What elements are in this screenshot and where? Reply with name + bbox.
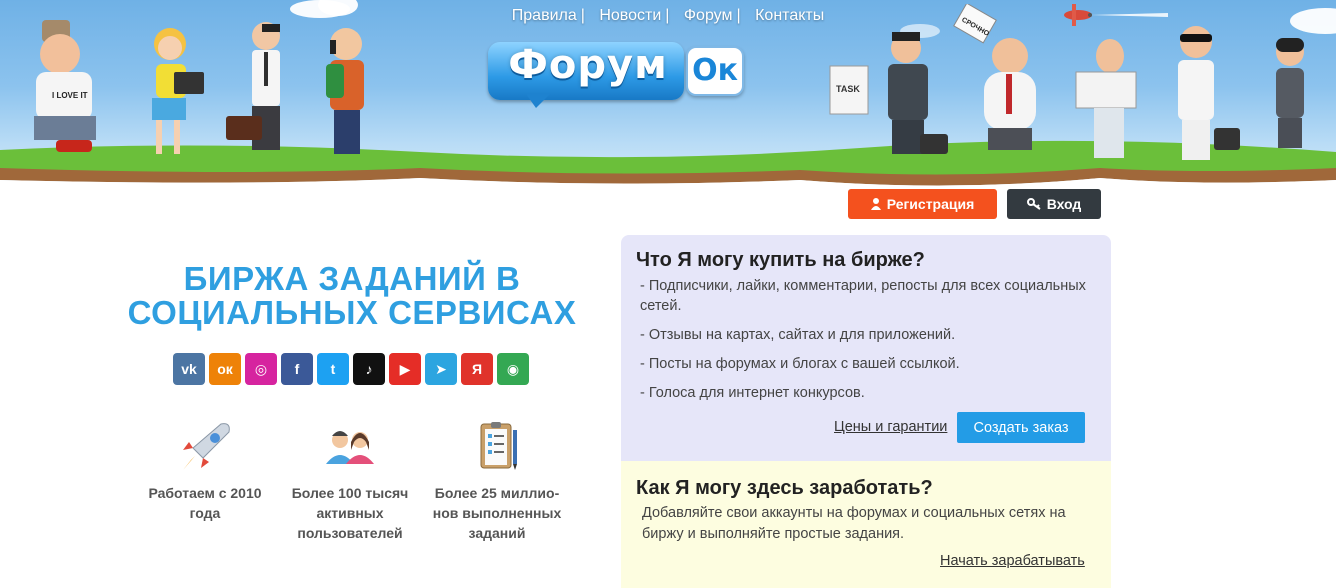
cartoon-fat-man-sign-figure: СРОЧНО <box>953 4 1036 150</box>
clipboard-icon <box>480 422 517 470</box>
rocket-icon <box>183 423 230 470</box>
key-icon <box>1026 198 1041 210</box>
hero-title-line: БИРЖА ЗАДАНИЙ В <box>183 260 521 297</box>
odnoklassniki-icon[interactable]: ок <box>209 353 241 385</box>
stat-text-line: заданий <box>468 525 526 541</box>
buy-panel-title: Что Я могу купить на бирже? <box>636 249 925 271</box>
vk-icon[interactable]: vk <box>173 353 205 385</box>
earn-panel-title: Как Я могу здесь заработать? <box>636 477 933 499</box>
logo-ok-text: Ок <box>692 53 738 88</box>
cartoon-reader-figure <box>1075 39 1137 158</box>
stat-text-line: активных <box>316 505 384 521</box>
users-icon <box>326 431 374 464</box>
logo-ok-badge: Ок <box>686 46 744 96</box>
buy-list: - Подписчики, лайки, комментарии, репост… <box>640 276 1100 412</box>
logo-bubble-tail <box>526 94 550 108</box>
stat-text-line: Более 25 миллио- <box>434 485 560 501</box>
task-paper-text: TASK <box>836 84 860 94</box>
buy-panel: Что Я могу купить на бирже? - Подписчики… <box>621 235 1111 461</box>
instagram-icon[interactable]: ◎ <box>245 353 277 385</box>
logo-text: Форум <box>508 42 668 88</box>
create-order-button[interactable]: Создать заказ <box>957 412 1085 443</box>
cartoon-guy-headphones-figure <box>326 28 364 154</box>
hero-title: БИРЖА ЗАДАНИЙ В СОЦИАЛЬНЫХ СЕРВИСАХ <box>112 262 592 330</box>
top-navigation: Правила | Новости | Форум | Контакты <box>0 7 1336 25</box>
stat-text-line: Работаем с 2010 <box>148 485 262 501</box>
header-banner: I LOVE IT TASK СРОЧНО Форум Ок Правила |… <box>0 0 1336 192</box>
nav-link-rules[interactable]: Правила <box>512 7 577 24</box>
nav-link-contacts[interactable]: Контакты <box>755 7 824 24</box>
cartoon-girl-figure <box>152 28 204 154</box>
start-earning-link[interactable]: Начать зарабатывать <box>940 553 1085 569</box>
nav-separator: | <box>580 7 585 24</box>
shirt-text: I LOVE IT <box>52 91 88 100</box>
cartoon-manager-figure: TASK <box>829 32 948 154</box>
list-item: - Подписчики, лайки, комментарии, репост… <box>640 278 1086 314</box>
google-maps-icon[interactable]: ◉ <box>497 353 529 385</box>
cartoon-businessman-figure <box>226 22 280 150</box>
hero-title-line: СОЦИАЛЬНЫХ СЕРВИСАХ <box>127 294 577 331</box>
cartoon-man-figure: I LOVE IT <box>34 20 96 152</box>
login-label: Вход <box>1046 196 1082 212</box>
list-item: - Отзывы на картах, сайтах и для приложе… <box>640 327 956 343</box>
earn-panel-text: Добавляйте свои аккаунты на форумах и со… <box>642 505 1066 542</box>
user-icon <box>870 198 881 210</box>
list-item: - Посты на форумах и блогах с вашей ссыл… <box>640 356 960 372</box>
earn-panel: Как Я могу здесь заработать? Добавляйте … <box>621 461 1111 588</box>
twitter-icon[interactable]: t <box>317 353 349 385</box>
nav-link-forum[interactable]: Форум <box>684 7 733 24</box>
nav-link-news[interactable]: Новости <box>599 7 661 24</box>
stat-years: Работаем с 2010 года <box>140 420 270 523</box>
list-item: - Голоса для интернет конкурсов. <box>640 385 865 401</box>
stat-users: Более 100 тысяч активных пользователей <box>285 420 415 543</box>
prices-guarantees-link[interactable]: Цены и гарантии <box>834 419 947 435</box>
register-label: Регистрация <box>886 196 975 212</box>
social-icons-row: vk ок ◎ f t ♪ ▶ ➤ Я ◉ <box>173 353 529 385</box>
site-logo[interactable]: Форум Ок <box>488 38 756 110</box>
cartoon-tall-man-figure <box>1178 26 1240 160</box>
stat-text-line: пользователей <box>297 525 403 541</box>
stat-tasks: Более 25 миллио- нов выполненных заданий <box>432 420 562 543</box>
cartoon-woman-figure <box>1276 38 1304 148</box>
register-button[interactable]: Регистрация <box>848 189 997 219</box>
yandex-icon[interactable]: Я <box>461 353 493 385</box>
stat-text-line: нов выполненных <box>432 505 562 521</box>
stat-text-line: Более 100 тысяч <box>291 485 409 501</box>
facebook-icon[interactable]: f <box>281 353 313 385</box>
telegram-icon[interactable]: ➤ <box>425 353 457 385</box>
youtube-icon[interactable]: ▶ <box>389 353 421 385</box>
tiktok-icon[interactable]: ♪ <box>353 353 385 385</box>
nav-separator: | <box>665 7 670 24</box>
nav-separator: | <box>736 7 741 24</box>
stat-text-line: года <box>189 505 221 521</box>
login-button[interactable]: Вход <box>1007 189 1101 219</box>
